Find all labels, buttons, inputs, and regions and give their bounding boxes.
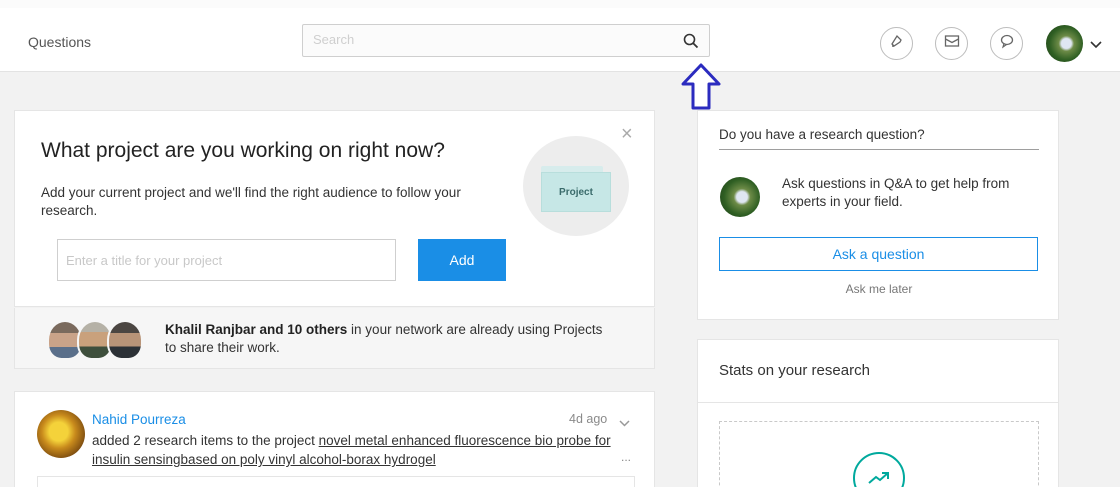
avatar: [720, 177, 760, 217]
search-icon[interactable]: [683, 33, 699, 54]
mail-icon: [944, 34, 960, 53]
project-illustration: Project: [523, 136, 629, 236]
chevron-down-icon[interactable]: [619, 414, 630, 432]
profile-avatar[interactable]: [1046, 25, 1083, 62]
search-bar[interactable]: [302, 24, 710, 57]
stats-title: Stats on your research: [719, 362, 870, 379]
chat-icon: [999, 33, 1015, 54]
close-icon[interactable]: ×: [621, 123, 633, 146]
stats-placeholder: [719, 421, 1039, 487]
search-input[interactable]: [313, 32, 673, 47]
network-avatars[interactable]: [47, 320, 147, 360]
project-prompt-card: What project are you working on right no…: [14, 110, 655, 307]
research-question-title: Do you have a research question?: [719, 127, 925, 142]
notifications-button[interactable]: [880, 27, 913, 60]
nav-questions[interactable]: Questions: [28, 34, 91, 50]
feed-timestamp: 4d ago: [569, 412, 608, 426]
network-strip: Khalil Ranjbar and 10 others in your net…: [14, 308, 655, 369]
chat-button[interactable]: [990, 27, 1023, 60]
feed-action: added 2 research items to the project: [92, 433, 319, 448]
add-project-button[interactable]: Add: [418, 239, 506, 281]
project-prompt-description: Add your current project and we'll find …: [41, 185, 461, 218]
feed-attachment[interactable]: [37, 476, 635, 487]
ask-me-later-link[interactable]: Ask me later: [698, 282, 1060, 296]
chevron-down-icon[interactable]: [1090, 36, 1102, 54]
divider: [719, 149, 1039, 150]
feed-text: added 2 research items to the project no…: [92, 431, 612, 469]
divider: [698, 402, 1058, 403]
folder-icon: Project: [541, 166, 611, 212]
project-title-input[interactable]: [57, 239, 396, 281]
research-question-text: Ask questions in Q&A to get help from ex…: [782, 176, 1010, 209]
top-bar: Questions: [0, 0, 1120, 72]
up-arrow-icon: [679, 62, 723, 117]
avatar[interactable]: [37, 410, 85, 458]
network-names[interactable]: Khalil Ranjbar and 10 others: [165, 322, 347, 337]
folder-label: Project: [541, 172, 611, 212]
feed-author-link[interactable]: Nahid Pourreza: [92, 412, 186, 427]
feed-item: Nahid Pourreza 4d ago added 2 research i…: [14, 391, 655, 487]
ask-question-button[interactable]: Ask a question: [719, 237, 1038, 271]
messages-button[interactable]: [935, 27, 968, 60]
more-icon[interactable]: ...: [621, 450, 631, 464]
bell-icon: [889, 33, 905, 54]
project-prompt-title: What project are you working on right no…: [41, 139, 445, 162]
trending-up-icon: [853, 452, 905, 487]
avatar: [107, 320, 143, 360]
research-question-card: Do you have a research question? Ask que…: [697, 110, 1059, 320]
network-text: Khalil Ranjbar and 10 others in your net…: [165, 321, 605, 357]
stats-card: Stats on your research: [697, 339, 1059, 487]
